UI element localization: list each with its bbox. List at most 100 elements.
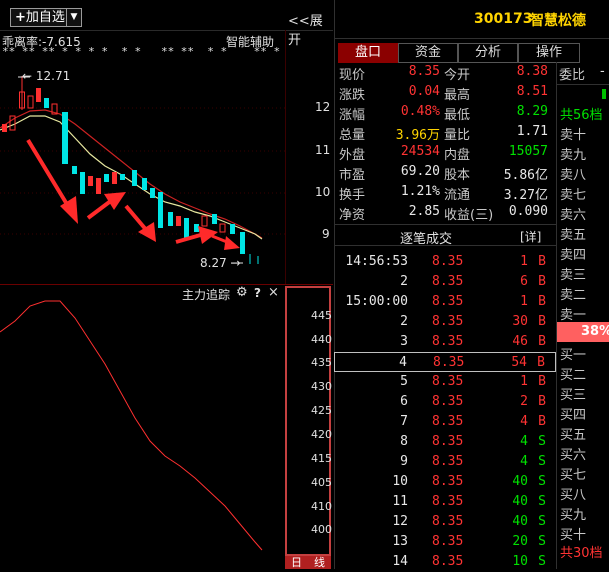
candle [176,216,181,226]
quote-value: 15057 [508,144,548,159]
candle [168,212,173,226]
trade-row: 6 8.35 2 B [334,392,556,412]
candles [2,76,259,264]
buy-level: 买九 [560,508,587,523]
trade-side: B [537,355,545,370]
sell-level: 卖二 [560,288,587,303]
line-tab[interactable]: 线 [314,556,325,569]
buy-level: 买十 [560,528,587,543]
quote-label: 股本 [444,168,471,183]
quote-value: 69.20 [400,164,440,179]
trade-row: 2 8.35 6 B [334,272,556,292]
quote-label: 今开 [444,68,471,83]
trade-time: 10 [392,474,408,489]
sub-tick: 430 [311,380,332,393]
trade-volume: 10 [512,554,528,569]
trade-price: 8.35 [432,454,464,469]
candle [194,224,199,232]
candle [36,88,41,102]
trade-row: 10 8.35 40 S [334,472,556,492]
buy-level: 买五 [560,428,587,443]
sell-level: 卖十 [560,128,587,143]
trade-price: 8.35 [432,514,464,529]
trade-time: 14:56:53 [345,254,408,269]
quote-value: 1.71 [516,124,548,139]
trade-volume: 40 [512,474,528,489]
trade-volume: 20 [512,534,528,549]
candle [132,170,137,186]
candle [219,223,226,233]
trade-price: 8.35 [432,314,464,329]
quote-value: 0.04 [408,84,440,99]
tab-funds[interactable]: 资金 [398,43,458,63]
trade-side: S [538,554,546,569]
divider [0,284,333,285]
trade-price: 8.35 [432,294,464,309]
quote-label: 量比 [444,128,471,143]
trade-side: B [538,294,546,309]
candle [212,214,217,224]
quote-value: 3.27亿 [503,188,548,203]
order-balance-value: 38% [581,324,609,339]
trades-detail-link[interactable]: [详] [520,228,541,245]
trade-price: 8.35 [432,374,464,389]
tab-operate[interactable]: 操作 [518,43,580,63]
trade-price: 8.35 [432,334,464,349]
tab-analysis[interactable]: 分析 [458,43,518,63]
trades-title: 逐笔成交 [400,232,453,247]
trade-row: 14:56:53 8.35 1 B [334,252,556,272]
trade-time: 6 [400,394,408,409]
trade-row: 2 8.35 30 B [334,312,556,332]
tab-handicap[interactable]: 盘口 [338,43,398,63]
trade-price: 8.35 [432,534,464,549]
trade-volume: 54 [511,355,527,370]
trade-side: S [538,494,546,509]
candle [201,215,208,227]
sell-level: 卖一 [560,308,587,323]
candle [62,112,68,164]
order-ratio-value: - [600,64,605,79]
price-tick: 11 [315,143,331,157]
trade-row: 11 8.35 40 S [334,492,556,512]
sub-tick: 415 [311,452,332,465]
watchlist-dropdown-button[interactable]: ▼ [66,8,82,27]
add-watchlist-label: 加自选 [25,10,65,25]
stock-header: 300173 智慧松德 [334,0,609,39]
trade-price: 8.35 [432,274,464,289]
trade-side: B [538,414,546,429]
trade-time: 14 [392,554,408,569]
chart-panel: +加自选 ▼ <<展开 乖离率:-7.615 智能辅助 ** ** ** * *… [0,0,333,569]
candle [88,176,93,186]
order-book: 共56档卖十卖九卖八卖七卖六卖五卖四卖三卖二卖一38% 买一买二买三买四买五买六买… [556,62,609,569]
trade-volume: 4 [520,414,528,429]
trade-time: 4 [399,355,407,370]
sell-level: 卖五 [560,228,587,243]
day-tab[interactable]: 日 [291,556,302,569]
quote-label: 涨跌 [339,88,366,103]
trade-row: 7 8.35 4 B [334,412,556,432]
trade-side: S [538,474,546,489]
trade-volume: 46 [512,334,528,349]
quote-value: 8.51 [516,84,548,99]
trade-time: 9 [400,454,408,469]
quote-label: 涨幅 [339,108,366,123]
order-ratio-bar [602,89,606,99]
trade-price: 8.35 [432,254,464,269]
candle [104,174,109,182]
buy-level: 买三 [560,388,587,403]
quote-value: 0.090 [508,204,548,219]
sell-level: 卖八 [560,168,587,183]
quote-label: 换手 [339,188,366,203]
trade-price: 8.35 [432,414,464,429]
period-tabs[interactable]: 日线 [285,556,331,569]
trade-volume: 1 [520,254,528,269]
high-price-label: ← 12.71 [22,69,71,83]
candle [80,172,85,194]
candle [240,232,245,254]
add-watchlist-button[interactable]: +加自选 [10,8,72,27]
main-force-line [0,300,263,551]
quote-label: 流通 [444,188,471,203]
sell-level: 卖三 [560,268,587,283]
trade-time: 2 [400,274,408,289]
buy-level: 买一 [560,348,587,363]
